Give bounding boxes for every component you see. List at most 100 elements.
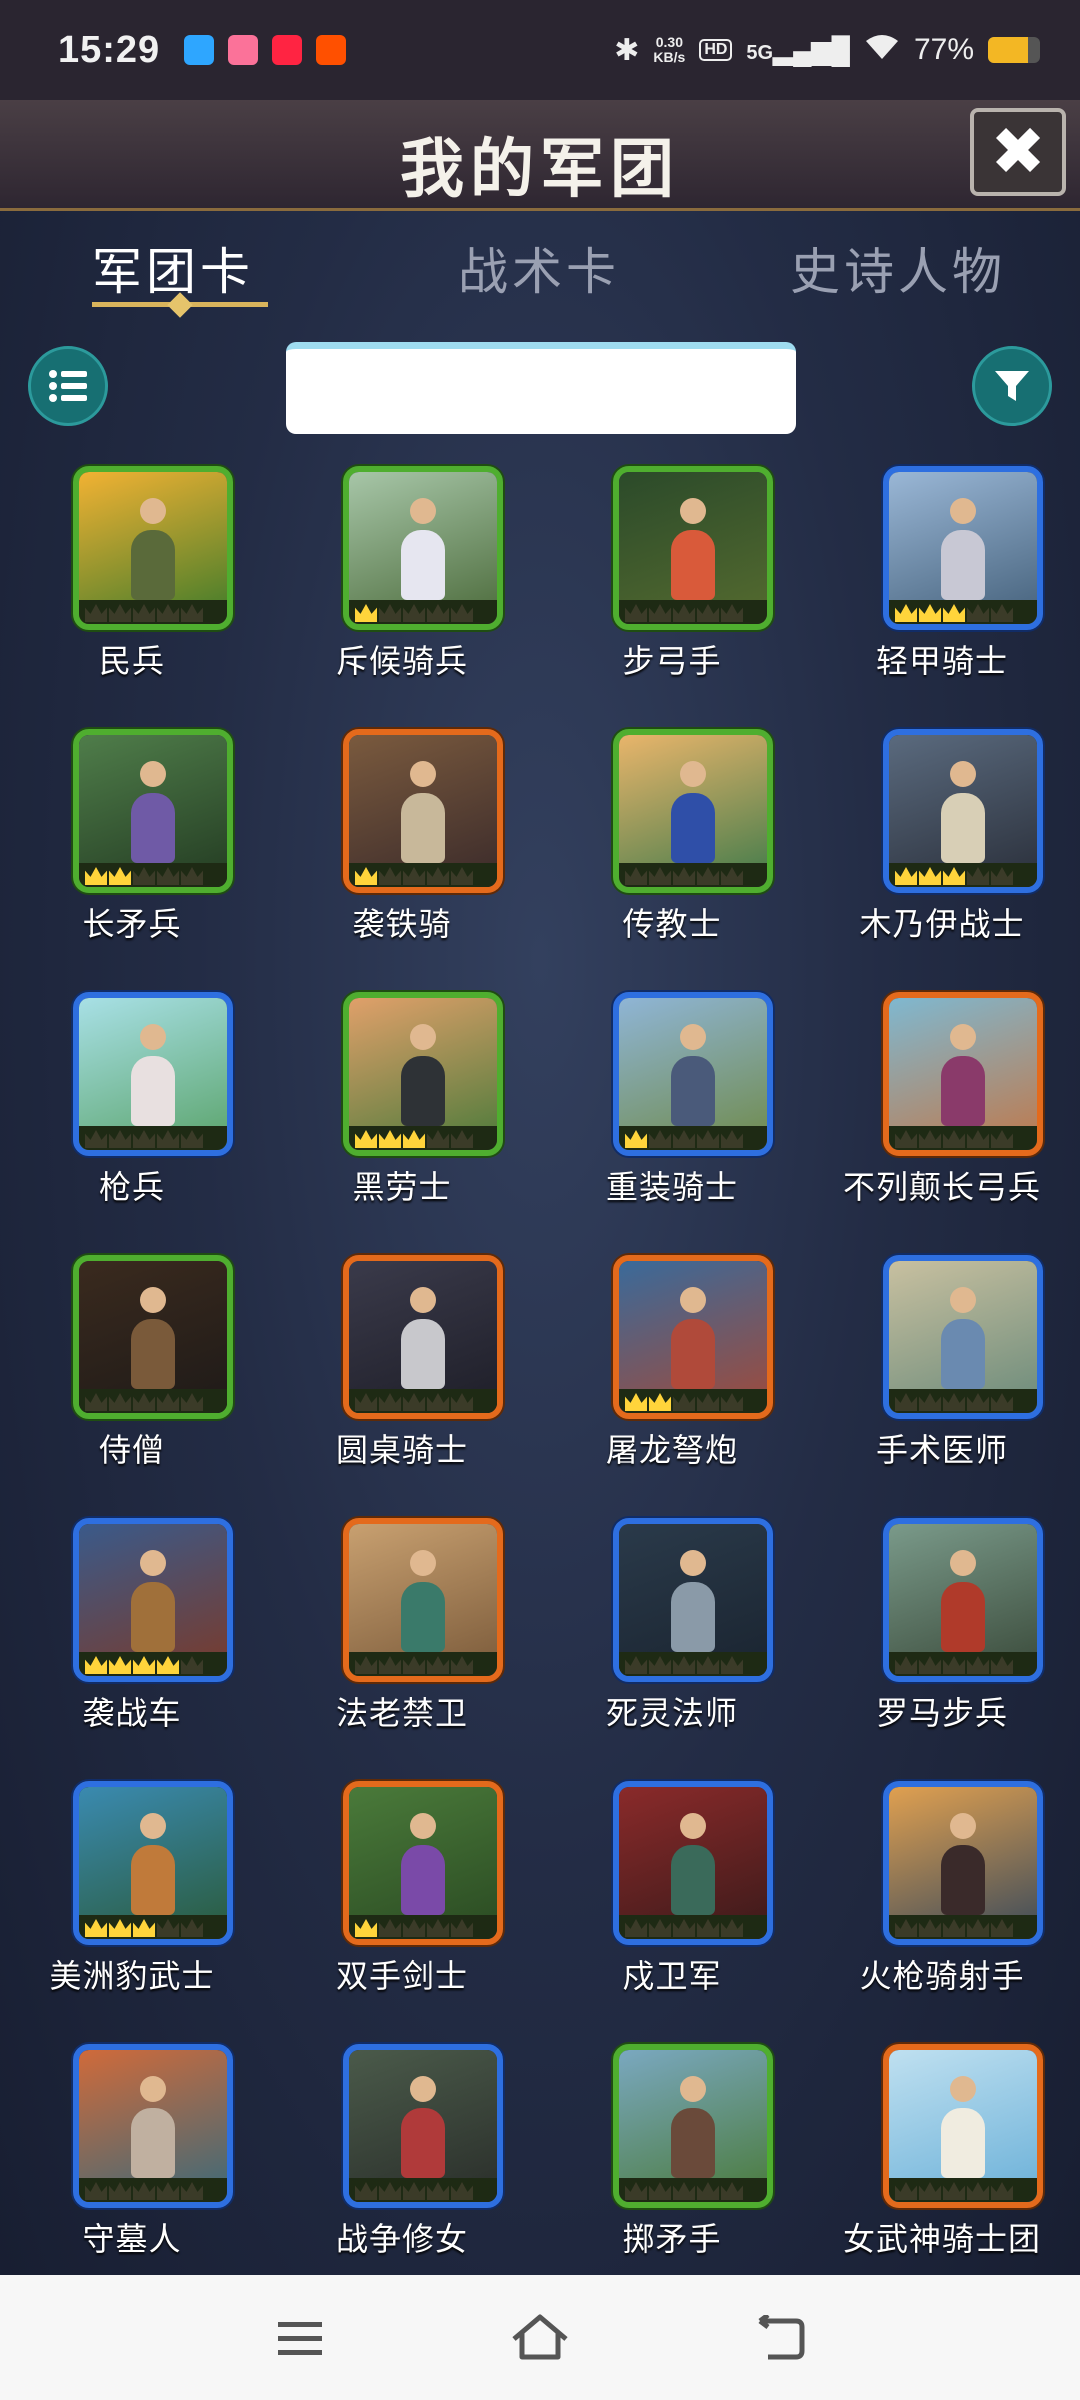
tab-tactic-cards[interactable]: 战术卡 — [458, 232, 620, 304]
unit-card[interactable]: 民兵 — [0, 466, 267, 729]
menu-button[interactable] — [268, 2310, 332, 2366]
unit-card[interactable]: 手术医师 — [807, 1255, 1077, 1518]
crown-empty-icon — [721, 1919, 743, 1937]
crown-icon — [895, 604, 917, 622]
unit-card[interactable]: 长矛兵 — [0, 729, 267, 992]
unit-card[interactable]: 双手剑士 — [267, 1781, 537, 2044]
crown-icon — [379, 1130, 401, 1148]
unit-portrait-frame — [883, 1781, 1043, 1945]
crown-empty-icon — [133, 604, 155, 622]
unit-card[interactable]: 重装骑士 — [537, 992, 807, 1255]
crown-empty-icon — [403, 1656, 425, 1674]
unit-portrait — [349, 1524, 497, 1676]
crown-empty-icon — [697, 1393, 719, 1411]
unit-portrait — [889, 1524, 1037, 1676]
crown-empty-icon — [649, 1656, 671, 1674]
unit-card[interactable]: 不列颠长弓兵 — [807, 992, 1077, 1255]
unit-card[interactable]: 罗马步兵 — [807, 1518, 1077, 1781]
crown-icon — [919, 604, 941, 622]
star-rating — [625, 1919, 743, 1937]
star-rating — [895, 1656, 1013, 1674]
unit-card[interactable]: 戍卫军 — [537, 1781, 807, 2044]
unit-card[interactable]: 传教士 — [537, 729, 807, 992]
unit-card[interactable]: 死灵法师 — [537, 1518, 807, 1781]
star-rating — [625, 604, 743, 622]
crown-empty-icon — [943, 1130, 965, 1148]
unit-card[interactable]: 战争修女 — [267, 2044, 537, 2307]
crown-icon — [157, 1656, 179, 1674]
crown-empty-icon — [133, 2182, 155, 2200]
crown-empty-icon — [181, 1393, 203, 1411]
crown-icon — [943, 867, 965, 885]
crown-empty-icon — [403, 1393, 425, 1411]
search-input[interactable] — [286, 342, 796, 434]
crown-empty-icon — [697, 2182, 719, 2200]
unit-card[interactable]: 木乃伊战士 — [807, 729, 1077, 992]
unit-portrait-frame — [883, 2044, 1043, 2208]
unit-portrait — [349, 2050, 497, 2202]
unit-portrait-frame — [343, 466, 503, 630]
battery-percent: 77% — [913, 33, 974, 66]
crown-empty-icon — [157, 604, 179, 622]
crown-empty-icon — [427, 1393, 449, 1411]
filter-button[interactable] — [972, 346, 1052, 426]
unit-portrait — [619, 998, 767, 1150]
unit-card[interactable]: 美洲豹武士 — [0, 1781, 267, 2044]
crown-empty-icon — [991, 1919, 1013, 1937]
star-rating — [355, 1393, 473, 1411]
unit-name: 守墓人 — [82, 2220, 182, 2258]
unit-card[interactable]: 火枪骑射手 — [807, 1781, 1077, 2044]
unit-name: 圆桌骑士 — [335, 1431, 468, 1469]
crown-empty-icon — [895, 1656, 917, 1674]
unit-card[interactable]: 圆桌骑士 — [267, 1255, 537, 1518]
unit-card[interactable]: 袭铁骑 — [267, 729, 537, 992]
crown-empty-icon — [697, 1919, 719, 1937]
unit-card[interactable]: 掷矛手 — [537, 2044, 807, 2307]
crown-empty-icon — [427, 867, 449, 885]
unit-portrait — [889, 1261, 1037, 1413]
battery-icon — [988, 37, 1040, 63]
unit-card[interactable]: 女武神骑士团 — [807, 2044, 1077, 2307]
unit-card[interactable]: 斥候骑兵 — [267, 466, 537, 729]
crown-empty-icon — [451, 1393, 473, 1411]
star-rating — [895, 2182, 1013, 2200]
unit-card[interactable]: 步弓手 — [537, 466, 807, 729]
unit-card[interactable]: 轻甲骑士 — [807, 466, 1077, 729]
crown-empty-icon — [895, 1393, 917, 1411]
filter-icon — [995, 371, 1029, 401]
crown-empty-icon — [403, 604, 425, 622]
unit-card[interactable]: 枪兵 — [0, 992, 267, 1255]
unit-card[interactable]: 法老禁卫 — [267, 1518, 537, 1781]
tab-legion-cards[interactable]: 军团卡 — [92, 232, 254, 304]
crown-empty-icon — [451, 867, 473, 885]
unit-portrait-frame — [73, 992, 233, 1156]
notification-icons — [184, 35, 347, 65]
crown-empty-icon — [355, 1656, 377, 1674]
crown-empty-icon — [721, 867, 743, 885]
back-button[interactable] — [748, 2310, 812, 2366]
crown-empty-icon — [379, 1919, 401, 1937]
crown-empty-icon — [991, 604, 1013, 622]
crown-empty-icon — [157, 867, 179, 885]
unit-card[interactable]: 侍僧 — [0, 1255, 267, 1518]
list-icon — [49, 370, 87, 402]
unit-card[interactable]: 守墓人 — [0, 2044, 267, 2307]
crown-empty-icon — [895, 1919, 917, 1937]
crown-empty-icon — [721, 2182, 743, 2200]
unit-portrait — [349, 472, 497, 624]
unit-card[interactable]: 袭战车 — [0, 1518, 267, 1781]
header: 我的军团 ✖ — [0, 100, 1080, 211]
unit-card[interactable]: 屠龙弩炮 — [537, 1255, 807, 1518]
home-icon — [512, 2314, 568, 2359]
star-rating — [85, 1393, 203, 1411]
crown-empty-icon — [721, 1130, 743, 1148]
home-button[interactable] — [508, 2310, 572, 2366]
close-button[interactable]: ✖ — [970, 108, 1066, 196]
tab-epic-heroes[interactable]: 史诗人物 — [790, 232, 1006, 304]
unit-name: 女武神骑士团 — [842, 2220, 1041, 2258]
star-rating — [85, 1130, 203, 1148]
unit-portrait-frame — [613, 992, 773, 1156]
unit-card[interactable]: 黑劳士 — [267, 992, 537, 1255]
list-view-button[interactable] — [28, 346, 108, 426]
crown-empty-icon — [625, 1656, 647, 1674]
